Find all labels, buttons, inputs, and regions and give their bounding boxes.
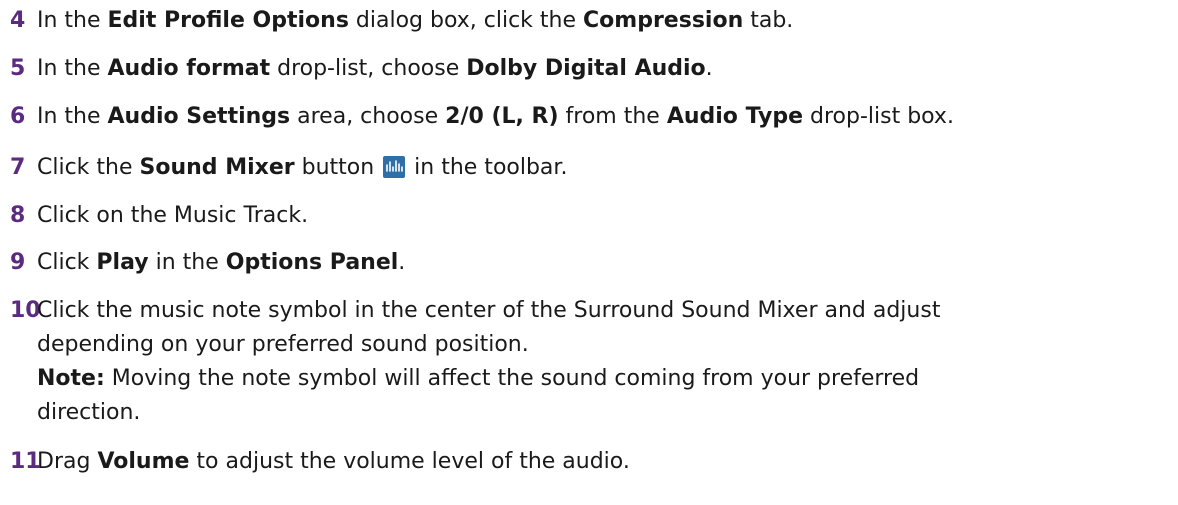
- step-8: 8 Click on the Music Track.: [10, 198, 308, 234]
- step-number: 6: [10, 104, 26, 129]
- sound-mixer-icon: [383, 156, 406, 178]
- step-10-continuation: depending on your preferred sound positi…: [37, 332, 529, 357]
- step-number: 4: [10, 8, 26, 33]
- step-number: 11: [10, 449, 41, 474]
- step-number: 9: [10, 250, 26, 275]
- step-10: 10Click the music note symbol in the cen…: [10, 293, 940, 329]
- step-number: 5: [10, 56, 26, 81]
- step-4: 4 In the Edit Profile Options dialog box,…: [10, 3, 793, 39]
- step-10-note-continuation: direction.: [37, 400, 141, 425]
- step-10-note: Note: Moving the note symbol will affect…: [37, 366, 920, 391]
- step-number: 8: [10, 203, 26, 228]
- step-7: 7 Click the Sound Mixer button in the too…: [10, 150, 567, 186]
- step-11: 11Drag Volume to adjust the volume level…: [10, 444, 630, 480]
- step-5: 5 In the Audio format drop-list, choose D…: [10, 51, 713, 87]
- instruction-steps: 4 In the Edit Profile Options dialog box,…: [0, 0, 1178, 505]
- step-9: 9 Click Play in the Options Panel.: [10, 245, 405, 281]
- step-number: 10: [10, 298, 41, 323]
- step-6: 6 In the Audio Settings area, choose 2/0 …: [10, 99, 954, 135]
- step-number: 7: [10, 155, 26, 180]
